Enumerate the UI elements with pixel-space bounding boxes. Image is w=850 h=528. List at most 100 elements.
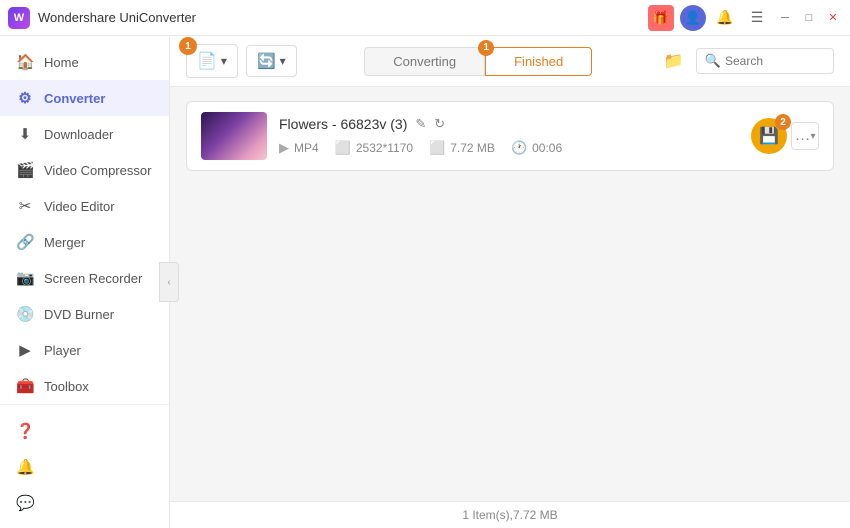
sidebar-item-video-compressor[interactable]: 🎬 Video Compressor (0, 152, 169, 188)
feedback-icon: 💬 (16, 494, 34, 512)
downloader-icon: ⬇ (16, 125, 34, 143)
merger-icon: 🔗 (16, 233, 34, 251)
home-icon: 🏠 (16, 53, 34, 71)
more-button[interactable]: … ▾ (791, 122, 819, 150)
file-card: Flowers - 66823v (3) ✎ ↻ ▶ MP4 ⬜ 2532*11… (186, 101, 834, 171)
refresh-icon[interactable]: ↻ (434, 116, 445, 132)
meta-size: ⬜ 7.72 MB (429, 140, 495, 156)
thumbnail-image (201, 112, 267, 160)
gift-icon[interactable]: 🎁 (648, 5, 674, 31)
finished-badge: 1 (478, 40, 494, 56)
title-bar-controls: 🎁 👤 🔔 ☰ ─ □ ✕ (648, 5, 842, 31)
video-compressor-icon: 🎬 (16, 161, 34, 179)
sidebar-item-dvd-burner[interactable]: 💿 DVD Burner (0, 296, 169, 332)
sidebar-item-downloader[interactable]: ⬇ Downloader (0, 116, 169, 152)
sidebar-bottom: ❓ 🔔 💬 (0, 404, 169, 528)
file-format: MP4 (294, 141, 319, 155)
file-name: Flowers - 66823v (3) (279, 116, 407, 132)
sidebar-label-video-compressor: Video Compressor (44, 163, 151, 178)
tab-group: Converting 1 Finished (305, 47, 652, 76)
chevron-down-icon: ▾ (810, 131, 815, 142)
meta-resolution: ⬜ 2532*1170 (335, 140, 413, 156)
save-icon: 💾 (759, 126, 779, 146)
converter-icon: ⚙ (16, 89, 34, 107)
add-button-label: ▾ (221, 54, 227, 68)
tab-converting[interactable]: Converting (364, 47, 485, 76)
help-icon: ❓ (16, 422, 34, 440)
sidebar-label-home: Home (44, 55, 79, 70)
sidebar-item-toolbox[interactable]: 🧰 Toolbox (0, 368, 169, 404)
sidebar-item-home[interactable]: 🏠 Home (0, 44, 169, 80)
notifications-icon: 🔔 (16, 458, 34, 476)
file-actions: 💾 2 … ▾ (751, 118, 819, 154)
sidebar-label-video-editor: Video Editor (44, 199, 115, 214)
file-duration: 00:06 (532, 141, 562, 155)
main-content: Flowers - 66823v (3) ✎ ↻ ▶ MP4 ⬜ 2532*11… (170, 87, 850, 501)
sidebar-label-dvd-burner: DVD Burner (44, 307, 114, 322)
save-button[interactable]: 💾 2 (751, 118, 787, 154)
sidebar: 🏠 Home ⚙ Converter ⬇ Downloader 🎬 Video … (0, 36, 170, 528)
sidebar-item-video-editor[interactable]: ✂ Video Editor (0, 188, 169, 224)
sidebar-item-merger[interactable]: 🔗 Merger (0, 224, 169, 260)
more-icon: … (794, 127, 810, 145)
user-icon[interactable]: 👤 (680, 5, 706, 31)
sidebar-label-toolbox: Toolbox (44, 379, 89, 394)
save-badge: 2 (775, 114, 791, 130)
sidebar-item-help[interactable]: ❓ (0, 413, 169, 449)
sidebar-label-converter: Converter (44, 91, 105, 106)
file-thumbnail (201, 112, 267, 160)
search-area: 📁 🔍 (660, 47, 834, 75)
search-icon: 🔍 (705, 53, 721, 69)
dvd-burner-icon: 💿 (16, 305, 34, 323)
file-name-row: Flowers - 66823v (3) ✎ ↻ (279, 116, 739, 132)
file-resolution: 2532*1170 (356, 141, 413, 155)
player-icon: ▶ (16, 341, 34, 359)
maximize-button[interactable]: □ (800, 9, 818, 27)
bell-icon[interactable]: 🔔 (712, 5, 738, 31)
meta-format: ▶ MP4 (279, 140, 319, 156)
search-box[interactable]: 🔍 (696, 48, 834, 74)
file-info: Flowers - 66823v (3) ✎ ↻ ▶ MP4 ⬜ 2532*11… (279, 116, 739, 156)
convert-button-label: ▾ (280, 54, 286, 68)
sidebar-item-screen-recorder[interactable]: 📷 Screen Recorder (0, 260, 169, 296)
format-icon: ▶ (279, 140, 289, 156)
sidebar-item-feedback[interactable]: 💬 (0, 485, 169, 521)
folder-button[interactable]: 📁 (660, 47, 688, 75)
menu-icon[interactable]: ☰ (744, 5, 770, 31)
add-icon: 📄 (197, 51, 217, 71)
app-title: Wondershare UniConverter (38, 10, 648, 25)
title-bar: W Wondershare UniConverter 🎁 👤 🔔 ☰ ─ □ ✕ (0, 0, 850, 36)
toolbox-icon: 🧰 (16, 377, 34, 395)
add-button[interactable]: 📄 ▾ 1 (186, 44, 238, 78)
search-input[interactable] (725, 54, 825, 68)
size-icon: ⬜ (429, 140, 445, 156)
content-area: 📄 ▾ 1 🔄 ▾ Converting 1 Finished 📁 (170, 36, 850, 528)
meta-duration: 🕐 00:06 (511, 140, 562, 156)
edit-icon[interactable]: ✎ (415, 116, 426, 132)
screen-recorder-icon: 📷 (16, 269, 34, 287)
duration-icon: 🕐 (511, 140, 527, 156)
sidebar-item-notifications[interactable]: 🔔 (0, 449, 169, 485)
add-badge: 1 (179, 37, 197, 55)
sidebar-collapse-handle[interactable]: ‹ (159, 262, 179, 302)
sidebar-item-player[interactable]: ▶ Player (0, 332, 169, 368)
close-button[interactable]: ✕ (824, 9, 842, 27)
resolution-icon: ⬜ (335, 140, 351, 156)
sidebar-label-merger: Merger (44, 235, 85, 250)
sidebar-label-player: Player (44, 343, 81, 358)
app-body: 🏠 Home ⚙ Converter ⬇ Downloader 🎬 Video … (0, 36, 850, 528)
file-meta: ▶ MP4 ⬜ 2532*1170 ⬜ 7.72 MB 🕐 (279, 140, 739, 156)
tab-finished[interactable]: 1 Finished (485, 47, 592, 76)
toolbar: 📄 ▾ 1 🔄 ▾ Converting 1 Finished 📁 (170, 36, 850, 87)
status-text: 1 Item(s),7.72 MB (462, 508, 557, 522)
convert-button[interactable]: 🔄 ▾ (246, 45, 297, 77)
sidebar-label-downloader: Downloader (44, 127, 113, 142)
status-bar: 1 Item(s),7.72 MB (170, 501, 850, 528)
sidebar-label-screen-recorder: Screen Recorder (44, 271, 142, 286)
minimize-button[interactable]: ─ (776, 9, 794, 27)
video-editor-icon: ✂ (16, 197, 34, 215)
sidebar-item-converter[interactable]: ⚙ Converter (0, 80, 169, 116)
app-logo: W (8, 7, 30, 29)
convert-icon: 🔄 (257, 52, 276, 70)
file-size: 7.72 MB (450, 141, 495, 155)
